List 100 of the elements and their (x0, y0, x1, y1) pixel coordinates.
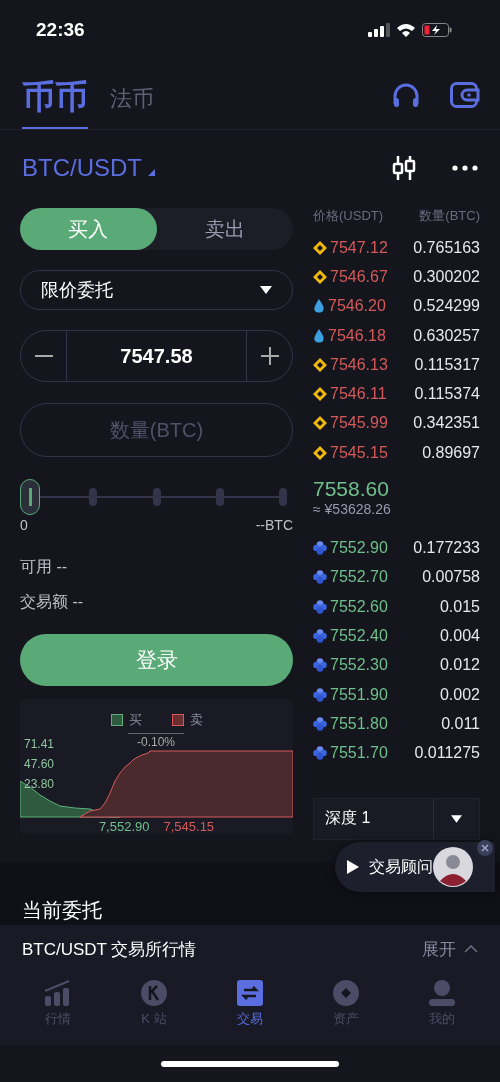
play-icon (347, 860, 359, 874)
last-price-cny: ≈ ¥53628.26 (313, 501, 392, 518)
market-tab[interactable]: 币币 (22, 60, 88, 129)
drop-icon (313, 328, 325, 343)
ask-price: 7546.20 (328, 297, 386, 316)
cluster-icon (313, 541, 327, 555)
ask-amount: 0.765163 (413, 238, 480, 257)
bid-price-label: 7,552.90 (98, 819, 150, 834)
slider-tick (89, 488, 98, 506)
ask-price: 7545.15 (330, 443, 388, 462)
nav-tab[interactable]: 资产 (316, 979, 376, 1045)
login-button[interactable]: 登录 (20, 634, 293, 686)
turnover-label: 交易额 -- (20, 592, 85, 612)
diamond-icon (313, 357, 327, 372)
diamond-icon (313, 240, 327, 255)
headphones-icon[interactable] (392, 81, 420, 108)
slider-max-label: --BTC (255, 517, 293, 533)
market-bar-title: BTC/USDT 交易所行情 (22, 938, 197, 961)
exchange-icon (236, 979, 264, 1007)
ask-price: 7546.11 (330, 385, 387, 404)
cluster-icon (313, 658, 327, 673)
k-letter-icon (140, 979, 168, 1007)
cluster-icon (313, 599, 327, 614)
status-time: 22:36 (36, 19, 85, 41)
column-header: 数量(BTC) (419, 207, 480, 225)
slider-min-label: 0 (20, 517, 28, 533)
market-tab[interactable]: 法币 (110, 60, 154, 129)
bid-amount: 0.004 (439, 626, 480, 645)
ask-amount: 0.115317 (414, 355, 480, 374)
diamond-icon (313, 387, 327, 402)
nav-tab[interactable]: 我的 (412, 979, 472, 1045)
bid-price: 7551.70 (330, 744, 388, 763)
bid-price: 7552.70 (330, 568, 388, 587)
price-value[interactable]: 7547.58 (66, 331, 247, 381)
pair-selector[interactable]: BTC/USDT (22, 153, 155, 182)
wallet-icon[interactable] (450, 81, 480, 108)
cluster-icon (313, 628, 327, 643)
ask-price: 7545.99 (330, 414, 388, 433)
wifi-icon (396, 23, 416, 37)
bid-amount: 0.015 (439, 597, 480, 616)
nav-tab[interactable]: K 站 (124, 979, 184, 1045)
diamond-icon (313, 269, 327, 284)
side-tab[interactable]: 买入 (20, 208, 157, 250)
plus-icon (260, 347, 279, 365)
ask-amount: 0.630257 (413, 326, 480, 345)
last-price: 7558.60 (313, 477, 390, 502)
column-header: 价格(USDT) (313, 207, 384, 225)
bid-amount: 0.012 (439, 656, 480, 675)
diamond-icon (313, 416, 327, 431)
nav-tab[interactable]: 行情 (28, 979, 88, 1045)
slider-tick (215, 488, 224, 506)
bid-amount: 0.002 (439, 685, 480, 704)
ask-amount: 0.342351 (413, 414, 480, 433)
drop-icon (313, 299, 325, 314)
side-tab[interactable]: 卖出 (156, 208, 293, 250)
avatar-icon (433, 847, 473, 887)
available-label: 可用 -- (20, 557, 69, 577)
cluster-icon (313, 687, 327, 702)
slider-tick (152, 488, 161, 506)
bid-price: 7552.90 (330, 539, 388, 557)
diamond-icon (313, 445, 327, 460)
bid-price: 7551.80 (330, 714, 388, 733)
ask-price: 7546.13 (330, 355, 388, 374)
close-icon[interactable] (477, 840, 493, 856)
caret-icon (260, 286, 272, 294)
amount-input[interactable]: 数量(BTC) (20, 403, 293, 457)
caret-icon (148, 168, 155, 176)
bid-price: 7552.40 (330, 626, 388, 645)
bid-price: 7551.90 (330, 685, 388, 704)
slider-thumb[interactable] (20, 479, 40, 515)
bid-price: 7552.60 (330, 597, 388, 616)
bid-price: 7552.30 (330, 656, 388, 675)
legend-label: 卖 (189, 711, 203, 729)
ask-price: 7546.18 (328, 326, 386, 345)
ask-amount: 0.89697 (422, 443, 480, 462)
y-axis-label: 71.41 (24, 737, 55, 751)
more-icon[interactable] (452, 164, 478, 171)
y-axis-label: 23.80 (24, 777, 55, 791)
candlestick-icon[interactable] (392, 153, 416, 182)
nav-tab[interactable]: 交易 (220, 979, 280, 1045)
y-axis-label: 47.60 (24, 757, 55, 771)
ask-price: 7547.12 (330, 238, 388, 257)
battery-icon (422, 23, 452, 37)
chevron-up-icon (464, 945, 478, 953)
bid-amount: 0.011275 (414, 744, 480, 763)
bid-amount: 0.011 (441, 714, 480, 733)
coin-icon (332, 979, 360, 1007)
user-icon (428, 979, 456, 1007)
legend-label: 买 (128, 711, 142, 729)
section-title: 当前委托 (22, 898, 102, 923)
expand-button[interactable]: 展开 (422, 937, 478, 961)
advisor-button[interactable]: 交易顾问 (335, 842, 495, 892)
minus-icon (34, 355, 53, 357)
signal-icon (368, 23, 390, 37)
bar-chart-icon (44, 979, 72, 1007)
ask-amount: 0.300202 (413, 267, 480, 286)
slider-tick (279, 488, 287, 506)
cluster-icon (313, 746, 327, 761)
ask-amount: 0.115374 (414, 385, 480, 404)
ask-price-label: 7,545.15 (163, 819, 215, 834)
